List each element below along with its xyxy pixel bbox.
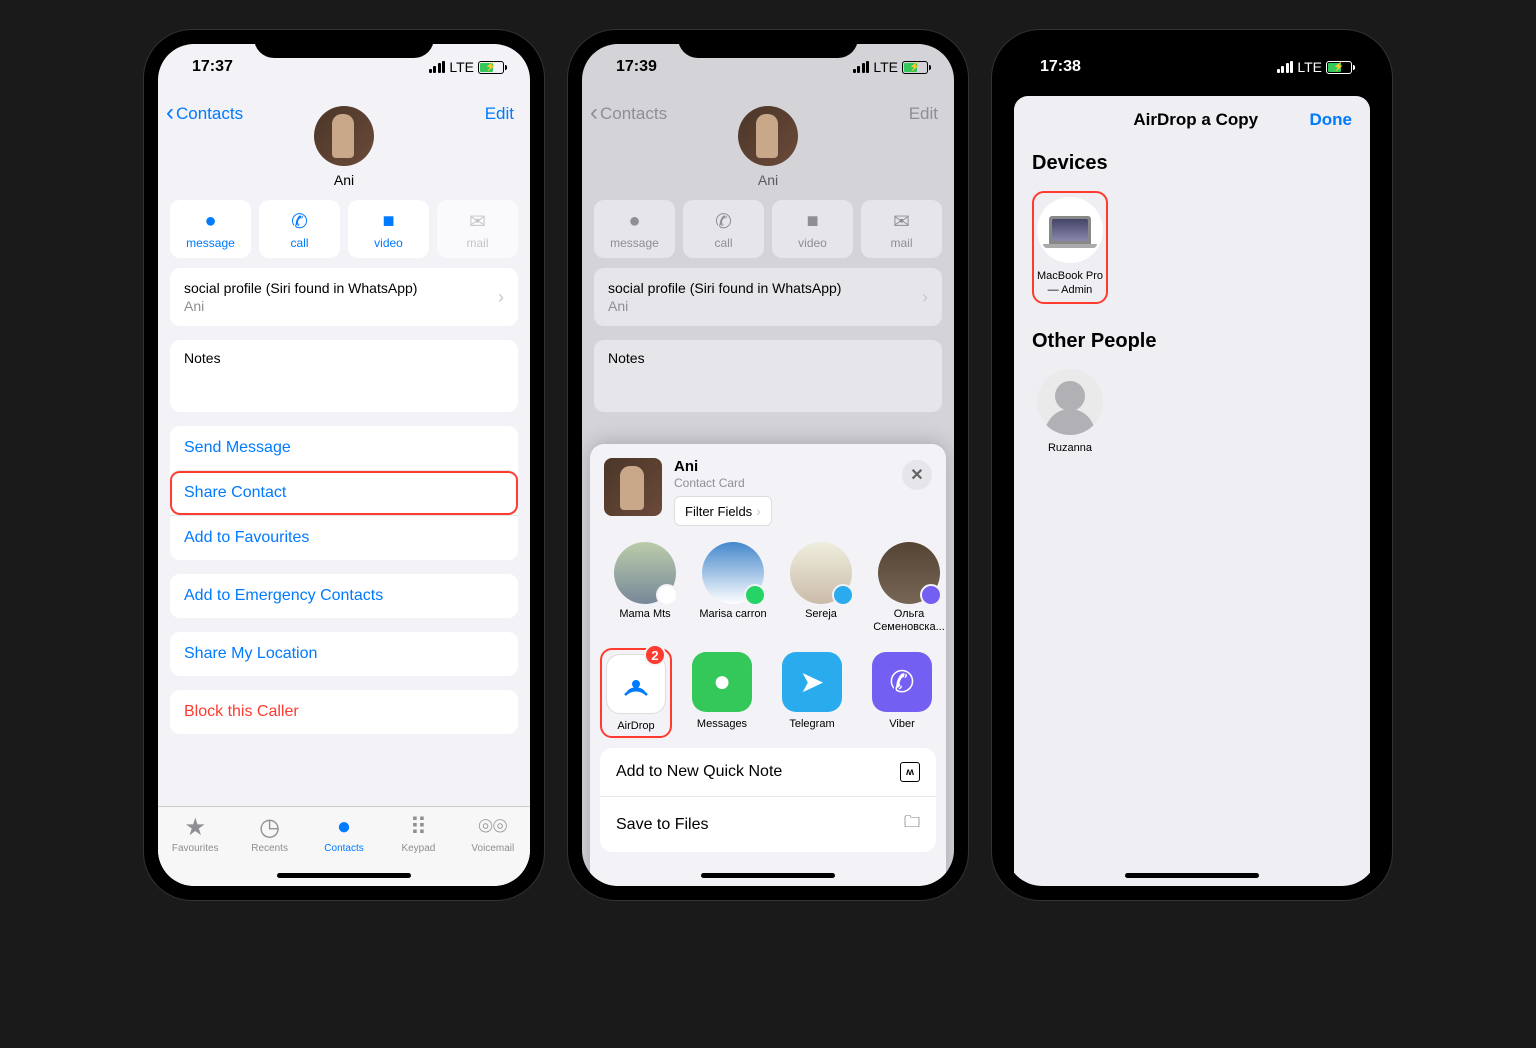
notes-label[interactable]: Notes — [184, 350, 221, 366]
contact-avatar — [738, 106, 798, 166]
app-viber[interactable]: ✆Viber — [866, 652, 938, 734]
message-icon: ● — [204, 210, 216, 232]
mail-button: ✉mail — [861, 200, 942, 258]
tab-favourites[interactable]: ★Favourites — [158, 813, 232, 886]
video-button[interactable]: ■video — [348, 200, 429, 258]
airdrop-person[interactable]: Ruzanna — [1032, 369, 1108, 455]
contact-avatar[interactable] — [314, 106, 374, 166]
social-profile-row[interactable]: social profile (Siri found in WhatsApp) … — [170, 268, 518, 326]
message-button: ●message — [594, 200, 675, 258]
devices-heading: Devices — [1014, 144, 1370, 183]
signal-icon — [853, 61, 870, 73]
battery-icon: ⚡ — [902, 61, 928, 74]
note-icon: ʍ — [900, 762, 920, 782]
whatsapp-badge-icon — [744, 584, 766, 606]
other-people-heading: Other People — [1014, 322, 1370, 361]
call-button: ✆call — [683, 200, 764, 258]
laptop-icon — [1049, 216, 1091, 244]
home-indicator[interactable] — [701, 873, 835, 878]
edit-button[interactable]: Edit — [485, 104, 514, 124]
folder-icon: 🗀 — [904, 811, 920, 838]
save-files-row[interactable]: Save to Files🗀 — [600, 796, 936, 852]
clock-icon: ◷ — [259, 813, 280, 841]
add-favourites-row[interactable]: Add to Favourites — [170, 515, 518, 560]
share-contact-row[interactable]: Share Contact — [170, 470, 518, 515]
home-indicator[interactable] — [1125, 873, 1259, 878]
phone-icon: ✆ — [291, 210, 308, 232]
share-title: Ani — [674, 458, 772, 475]
clock: 17:37 — [192, 58, 233, 76]
signal-icon — [1277, 61, 1294, 73]
back-button: ‹Contacts — [590, 103, 667, 125]
carrier-label: LTE — [873, 59, 898, 75]
app-telegram[interactable]: ➤Telegram — [776, 652, 848, 734]
viber-badge-icon — [920, 584, 942, 606]
person-silhouette-icon — [1037, 369, 1103, 435]
signal-icon — [429, 61, 446, 73]
social-profile-row: social profile (Siri found in WhatsApp)A… — [594, 268, 942, 326]
app-airdrop[interactable]: 2 AirDrop — [600, 648, 672, 738]
chevron-left-icon: ‹ — [166, 101, 174, 125]
viber-icon: ✆ — [872, 652, 932, 712]
share-avatar — [604, 458, 662, 516]
person-icon: ● — [337, 813, 352, 841]
share-person[interactable]: Marisa carron — [692, 542, 774, 634]
share-person[interactable]: Sereja — [780, 542, 862, 634]
carrier-label: LTE — [1297, 59, 1322, 75]
contact-name: Ani — [158, 172, 530, 188]
video-icon: ■ — [382, 210, 394, 232]
video-button: ■video — [772, 200, 853, 258]
chevron-right-icon: › — [498, 287, 504, 308]
home-indicator[interactable] — [277, 873, 411, 878]
quick-note-row[interactable]: Add to New Quick Noteʍ — [600, 748, 936, 796]
share-location-row[interactable]: Share My Location — [170, 632, 518, 676]
clock: 17:38 — [1040, 58, 1081, 76]
clock: 17:39 — [616, 58, 657, 76]
emergency-contacts-row[interactable]: Add to Emergency Contacts — [170, 574, 518, 618]
voicemail-icon: ⌾⌾ — [478, 813, 507, 841]
done-button[interactable]: Done — [1310, 110, 1353, 130]
star-icon: ★ — [184, 813, 206, 841]
share-subtitle: Contact Card — [674, 476, 772, 490]
share-sheet: Ani Contact Card Filter Fields› ✕ Mama M… — [590, 444, 946, 886]
send-message-row[interactable]: Send Message — [170, 426, 518, 470]
keypad-icon: ⠿ — [410, 813, 428, 841]
app-messages[interactable]: ●Messages — [686, 652, 758, 734]
tab-voicemail[interactable]: ⌾⌾Voicemail — [456, 813, 530, 886]
message-button[interactable]: ●message — [170, 200, 251, 258]
telegram-badge-icon — [832, 584, 854, 606]
carrier-label: LTE — [449, 59, 474, 75]
battery-icon: ⚡ — [478, 61, 504, 74]
sheet-title: AirDrop a Copy — [1082, 110, 1310, 130]
device-macbook[interactable]: MacBook Pro — Admin — [1032, 191, 1108, 304]
share-person[interactable]: Mama Mts — [604, 542, 686, 634]
edit-button: Edit — [909, 104, 938, 124]
messages-icon: ● — [692, 652, 752, 712]
airdrop-badge-icon — [656, 584, 678, 606]
contact-name: Ani — [582, 172, 954, 188]
mail-icon: ✉ — [469, 210, 486, 232]
share-person[interactable]: Ольга Семеновска... — [868, 542, 946, 634]
call-button[interactable]: ✆call — [259, 200, 340, 258]
telegram-icon: ➤ — [782, 652, 842, 712]
battery-icon: ⚡ — [1326, 61, 1352, 74]
close-button[interactable]: ✕ — [902, 460, 932, 490]
block-caller-row[interactable]: Block this Caller — [170, 690, 518, 734]
chevron-left-icon: ‹ — [590, 101, 598, 125]
mail-button: ✉mail — [437, 200, 518, 258]
back-button[interactable]: ‹Contacts — [166, 103, 243, 125]
filter-fields-button[interactable]: Filter Fields› — [674, 496, 772, 526]
